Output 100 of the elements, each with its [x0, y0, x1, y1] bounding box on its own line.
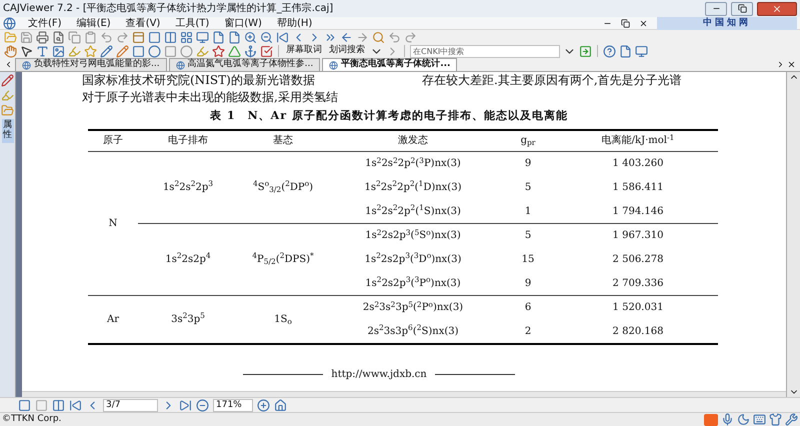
page-icon[interactable] [212, 30, 225, 44]
document-tab[interactable]: 高温氮气电弧等离子体物性参... [168, 58, 320, 71]
document-tab[interactable]: 平衡态电弧等离子体统计... [322, 58, 458, 71]
table-cell: 1s$^{2}$2s$^{2}$2p$^{3}$ [162, 182, 214, 193]
zoom-in-icon[interactable] [257, 398, 270, 412]
word-search-button[interactable]: 划词搜索 [327, 44, 367, 58]
help-icon[interactable] [603, 44, 616, 58]
rectangle-icon[interactable] [132, 44, 145, 58]
circle-icon[interactable] [148, 44, 161, 58]
close-icon [772, 4, 782, 14]
table-cell: 1s$^{2}$2s2p$^{4}$ [165, 254, 211, 265]
table-cell: 5 [524, 230, 532, 242]
menu-item[interactable]: 工具(T) [172, 16, 212, 30]
menu-item[interactable]: 查看(V) [122, 16, 164, 30]
close-icon[interactable] [639, 18, 648, 28]
shirt-icon[interactable] [769, 413, 782, 426]
text-select-icon[interactable] [36, 44, 49, 58]
table-cell: 2 709.336 [612, 278, 664, 289]
clipboard-icon[interactable] [84, 30, 97, 44]
menu-item[interactable]: 文件(F) [25, 16, 65, 30]
close-tab-icon[interactable] [787, 60, 796, 69]
table-cell: 15 [522, 254, 534, 265]
table-cell: 1s$^{2}$2s$^{2}$2p$^{2}$($^{1}$D)nx(3) [364, 182, 462, 193]
menu-item[interactable]: 编辑(E) [74, 16, 114, 30]
vertical-scrollbar[interactable] [786, 72, 800, 397]
first-page-icon[interactable] [69, 398, 82, 412]
pencil-icon[interactable] [100, 44, 113, 58]
table-cell: 2 820.168 [612, 326, 664, 336]
single-page-icon[interactable] [18, 398, 31, 412]
two-page-icon[interactable] [52, 398, 65, 412]
table-cell: 1s$^{2}$2s2p$^{3}$($^{3}$P$^{o}$)nx(3) [365, 278, 461, 289]
zoom-out-icon[interactable] [196, 398, 209, 412]
keyboard-icon[interactable] [753, 413, 766, 426]
close-button[interactable] [757, 2, 797, 16]
table-cell: 1 520.031 [612, 302, 664, 314]
restore-icon [738, 4, 746, 13]
column-header: 激发态 [398, 135, 428, 146]
table-cell: 2 [524, 326, 532, 336]
restore-icon[interactable] [621, 18, 630, 28]
table-caption: 表 1 N、Ar 原子配分函数计算考虑的电子排布、能态以及电离能 [210, 108, 568, 124]
microphone-icon[interactable] [721, 413, 734, 426]
table-cell: Ar [106, 314, 119, 325]
pointer-icon[interactable] [20, 44, 33, 58]
last-page-icon[interactable] [179, 398, 192, 412]
check-icon[interactable] [260, 44, 273, 58]
copy-icon[interactable] [68, 30, 81, 44]
column-header: 电离能/kJ·mol$^{-1}$ [602, 135, 674, 146]
printer-icon[interactable] [36, 30, 49, 44]
status-text: ©TTKN Corp. [2, 412, 62, 426]
triangle-icon[interactable] [228, 44, 241, 58]
page-field[interactable]: 3/7 [103, 398, 158, 412]
marker-icon[interactable] [196, 44, 209, 58]
moon-icon[interactable] [737, 413, 750, 426]
tab-menu-icon[interactable] [776, 60, 785, 69]
undo-icon[interactable] [100, 30, 113, 44]
undo-icon[interactable] [388, 30, 401, 44]
single-page-icon[interactable] [148, 30, 161, 44]
panel-icon[interactable] [132, 30, 145, 44]
menu-item[interactable]: 窗口(W) [221, 16, 265, 30]
wrench-icon[interactable] [785, 413, 798, 426]
zoom-in-icon[interactable] [244, 30, 257, 44]
zoom-field[interactable]: 171% [213, 398, 253, 412]
brand-logo[interactable]: 中国知网 [657, 16, 797, 30]
window-icon[interactable] [635, 44, 648, 58]
table-cell: 1 [524, 206, 532, 217]
window-title: CAJViewer 7.2 - [平衡态电弧等离子体统计热力学属性的计算_王伟宗.caj] [3, 2, 334, 16]
table-cell: 3s$^{2}$3p$^{5}$ [171, 314, 205, 325]
pencil-icon[interactable] [116, 44, 129, 58]
table-cell: 1 586.411 [612, 182, 664, 193]
body-text: 国家标准技术研究院(NIST)的最新光谱数据 [82, 73, 316, 87]
first-page-icon[interactable] [276, 30, 289, 44]
globe-icon [176, 60, 185, 70]
table-cell: $^{4}$S$^{o}$$_{3/2}$($^{2}$DP$^{o}$) [252, 182, 314, 193]
screen-word-button[interactable]: 屏幕取词 [284, 44, 324, 58]
document-icon[interactable] [619, 44, 632, 58]
redo-icon[interactable] [116, 30, 129, 44]
monitor-icon[interactable] [196, 30, 209, 44]
file-search-icon[interactable] [52, 30, 65, 44]
search-field[interactable]: 在CNKI中搜索 [410, 44, 560, 58]
app-icon[interactable] [3, 16, 16, 30]
two-page-icon[interactable] [164, 30, 177, 44]
home-icon[interactable] [274, 398, 287, 412]
table-cell: $^{4}$P$_{5/2}$($^{2}$DPS)$^{*}$ [252, 254, 314, 265]
column-header: 基态 [273, 135, 293, 146]
anchor-icon[interactable] [244, 44, 257, 58]
grid-view-icon[interactable] [180, 30, 193, 44]
table-cell: 1S$_{o}$ [274, 314, 292, 325]
page-icon[interactable] [228, 30, 241, 44]
redo-icon[interactable] [404, 30, 417, 44]
zoom-out-icon[interactable] [260, 30, 273, 44]
menu-item[interactable]: 帮助(H) [274, 16, 316, 30]
properties-tab[interactable]: 属性 [2, 119, 14, 143]
horizontal-scrollbar[interactable] [22, 391, 786, 397]
scroll-left-icon[interactable] [4, 60, 13, 69]
star-icon[interactable] [212, 44, 225, 58]
back-arrow-icon[interactable] [340, 30, 353, 44]
document-tab[interactable]: 负载特性对弓网电弧能量的影... [15, 58, 167, 71]
table-cell: 1 403.260 [612, 158, 664, 170]
image-select-icon[interactable] [52, 44, 65, 58]
restore-button[interactable] [731, 2, 753, 16]
